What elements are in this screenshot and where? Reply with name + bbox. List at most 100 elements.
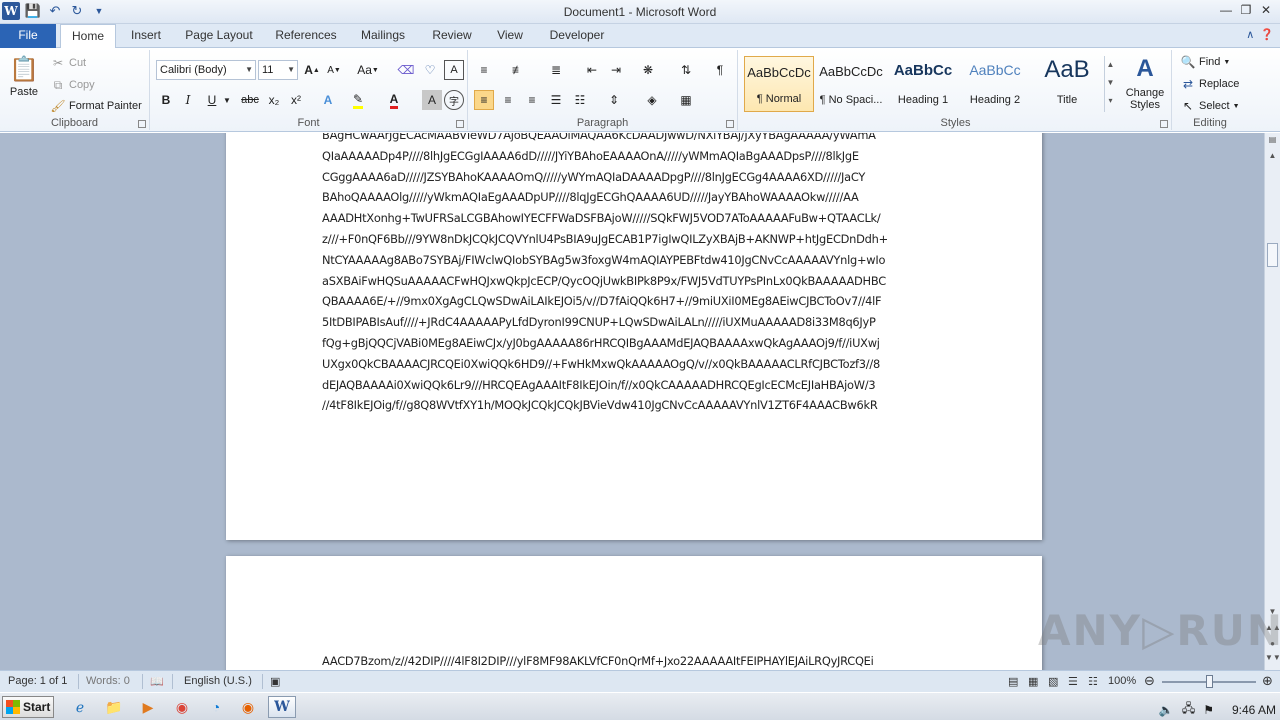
media-player-icon[interactable]: ▶ xyxy=(134,696,162,718)
document-line[interactable]: //4tF8IkEJOig/f//g8Q8WVtfXY1h/MOQkJCQkJC… xyxy=(226,395,1042,416)
tab-file[interactable]: File xyxy=(0,24,56,48)
draft-icon[interactable]: ☷ xyxy=(1088,675,1098,688)
find-button[interactable]: 🔍 Find ▼ xyxy=(1180,54,1231,70)
tab-mailings[interactable]: Mailings xyxy=(352,24,414,48)
paste-button[interactable]: 📋 Paste xyxy=(6,54,42,99)
style-no-spacing[interactable]: AaBbCcDc ¶ No Spaci... xyxy=(816,56,886,112)
paragraph-launcher-icon[interactable] xyxy=(726,120,734,128)
tab-insert[interactable]: Insert xyxy=(124,24,168,48)
start-button[interactable]: Start xyxy=(2,696,54,718)
document-line[interactable]: QBAAAA6E/+//9mx0XgAgCLQwSDwAiLAIkEJOi5/v… xyxy=(226,291,1042,312)
next-page-icon[interactable]: ▼▼ xyxy=(1265,653,1280,667)
close-icon[interactable]: ✕ xyxy=(1258,2,1274,18)
superscript-button[interactable]: x² xyxy=(286,90,306,110)
edge-icon[interactable]: ◔ xyxy=(202,696,230,718)
bold-button[interactable]: B xyxy=(156,90,176,110)
action-center-icon[interactable]: ⚑ xyxy=(1203,703,1214,717)
style-heading-1[interactable]: AaBbCc Heading 1 xyxy=(888,56,958,112)
zoom-slider-handle[interactable] xyxy=(1206,675,1213,688)
style-heading-2[interactable]: AaBbCc Heading 2 xyxy=(960,56,1030,112)
tab-references[interactable]: References xyxy=(270,24,342,48)
sort-icon[interactable]: ⇅ xyxy=(676,60,696,80)
full-screen-reading-icon[interactable]: ▦ xyxy=(1028,675,1038,688)
tab-view[interactable]: View xyxy=(490,24,530,48)
document-line[interactable]: UXgx0QkCBAAAACJRCQEi0XwiQQk6HD9//+FwHkMx… xyxy=(226,354,1042,375)
ie-icon[interactable]: ℯ xyxy=(66,696,94,718)
tab-home[interactable]: Home xyxy=(60,24,116,49)
justify-icon[interactable]: ☰ xyxy=(546,90,566,110)
multilevel-list-icon[interactable]: ≣ xyxy=(546,60,566,80)
style-normal[interactable]: AaBbCcDc ¶ Normal xyxy=(744,56,814,112)
document-line[interactable]: aSXBAiFwHQSuAAAAACFwHQJxwQkpJcECP/QycOQj… xyxy=(226,271,1042,292)
word-count[interactable]: Words: 0 xyxy=(86,675,130,687)
scrollbar-thumb[interactable] xyxy=(1267,243,1278,267)
page-2[interactable]: AACD7Bzom/z//42DIP////4lF8I2DIP///ylF8MF… xyxy=(226,556,1042,670)
highlight-color-icon[interactable]: ✎ xyxy=(348,90,368,110)
change-case-button[interactable]: Aa ▼ xyxy=(354,60,382,80)
decrease-indent-icon[interactable]: ⇤ xyxy=(582,60,602,80)
borders-icon[interactable]: ▦ xyxy=(676,90,696,110)
document-line[interactable]: AAADHtXonhg+TwUFRSaLCGBAhowIYECFFWaDSFBA… xyxy=(226,208,1042,229)
scroll-up-icon[interactable]: ▲ xyxy=(1265,151,1280,165)
tab-developer[interactable]: Developer xyxy=(544,24,610,48)
character-border-icon[interactable]: A xyxy=(444,60,464,80)
subscript-button[interactable]: x₂ xyxy=(264,90,284,110)
grow-font-button[interactable]: A ▲ xyxy=(302,60,322,80)
document-line[interactable]: BAhoQAAAAOlg/////yWkmAQIaEgAAADpUP////8l… xyxy=(226,187,1042,208)
font-family-select[interactable]: Calibri (Body) ▼ xyxy=(156,60,256,80)
bullets-icon[interactable]: ≡ xyxy=(474,60,494,80)
document-line[interactable]: NtCYAAAAAg8ABo7SYBAj/FIWclwQIobSYBAg5w3f… xyxy=(226,250,1042,271)
underline-button[interactable]: U xyxy=(202,90,222,110)
font-launcher-icon[interactable] xyxy=(456,120,464,128)
replace-button[interactable]: ⇄ Replace xyxy=(1180,76,1239,92)
clipboard-launcher-icon[interactable] xyxy=(138,120,146,128)
chrome-icon[interactable]: ◉ xyxy=(168,696,196,718)
document-line[interactable]: QIaAAAAADp4P////8lhJgECGgIAAAA6dD/////JY… xyxy=(226,146,1042,167)
help-icon[interactable]: ❓ xyxy=(1260,28,1274,41)
document-line[interactable]: fQg+gBjQQCjVABi0MEg8AEiwCJx/yJ0bgAAAAA86… xyxy=(226,333,1042,354)
network-icon[interactable]: 🖧 xyxy=(1182,699,1195,720)
tab-page-layout[interactable]: Page Layout xyxy=(180,24,258,48)
character-shading-icon[interactable]: A xyxy=(422,90,442,110)
font-size-select[interactable]: 11 ▼ xyxy=(258,60,298,80)
text-effects-icon[interactable]: A xyxy=(318,90,338,110)
word-icon[interactable]: W xyxy=(268,696,296,718)
tab-review[interactable]: Review xyxy=(426,24,478,48)
print-layout-icon[interactable]: ▤ xyxy=(1008,675,1018,688)
language[interactable]: English (U.S.) xyxy=(184,675,252,687)
page-1[interactable]: BAgHCwAArJgECAcMAABVIeWD7AjoBQEAAOiMAQAA… xyxy=(226,133,1042,540)
zoom-out-icon[interactable]: ⊖ xyxy=(1144,673,1155,689)
ruler-toggle-icon[interactable]: ▤ xyxy=(1265,135,1280,149)
shrink-font-button[interactable]: A ▼ xyxy=(324,60,344,80)
distributed-icon[interactable]: ☷ xyxy=(570,90,590,110)
minimize-icon[interactable]: — xyxy=(1218,2,1234,18)
font-color-icon[interactable]: A xyxy=(384,90,404,110)
styles-launcher-icon[interactable] xyxy=(1160,120,1168,128)
cut-button[interactable]: ✂ Cut xyxy=(50,55,86,71)
increase-indent-icon[interactable]: ⇥ xyxy=(606,60,626,80)
select-button[interactable]: ↖ Select ▼ xyxy=(1180,98,1240,114)
style-title[interactable]: AaB Title xyxy=(1032,56,1102,112)
document-line[interactable]: dEJAQBAAAAi0XwiQQk6Lr9///HRCQEAgAAAItF8I… xyxy=(226,375,1042,396)
restore-icon[interactable]: ❐ xyxy=(1238,2,1254,18)
zoom-in-icon[interactable]: ⊕ xyxy=(1262,673,1273,689)
copy-button[interactable]: ⧉ Copy xyxy=(50,77,95,93)
explorer-icon[interactable]: 📁 xyxy=(100,696,128,718)
outline-icon[interactable]: ☰ xyxy=(1068,675,1078,688)
format-painter-button[interactable]: 🖌 Format Painter xyxy=(50,98,141,114)
strikethrough-button[interactable]: abc xyxy=(238,90,262,110)
document-line[interactable]: 5ItDBIPABIsAuf////+JRdC4AAAAAPyLfdDyronI… xyxy=(226,312,1042,333)
clock[interactable]: 9:46 AM xyxy=(1232,703,1276,717)
document-line[interactable]: BAgHCwAArJgECAcMAABVIeWD7AjoBQEAAOiMAQAA… xyxy=(226,133,1042,146)
document-line[interactable]: z///+F0nQF6Bb///9YW8nDkJCQkJCQVYnlU4PsBI… xyxy=(226,229,1042,250)
asian-layout-icon[interactable]: ❋ xyxy=(638,60,658,80)
line-spacing-icon[interactable]: ⇕ xyxy=(604,90,624,110)
firefox-icon[interactable]: ◉ xyxy=(234,696,262,718)
proofing-icon[interactable]: 📖 xyxy=(150,675,164,688)
phonetic-guide-icon[interactable]: ♡ xyxy=(420,60,440,80)
change-styles-button[interactable]: A Change Styles xyxy=(1122,54,1168,112)
underline-dropdown-icon[interactable]: ▼ xyxy=(222,90,232,110)
minimize-ribbon-icon[interactable]: ∧ xyxy=(1246,28,1254,41)
numbering-icon[interactable]: ≢ xyxy=(508,60,528,80)
zoom-level[interactable]: 100% xyxy=(1108,675,1136,687)
